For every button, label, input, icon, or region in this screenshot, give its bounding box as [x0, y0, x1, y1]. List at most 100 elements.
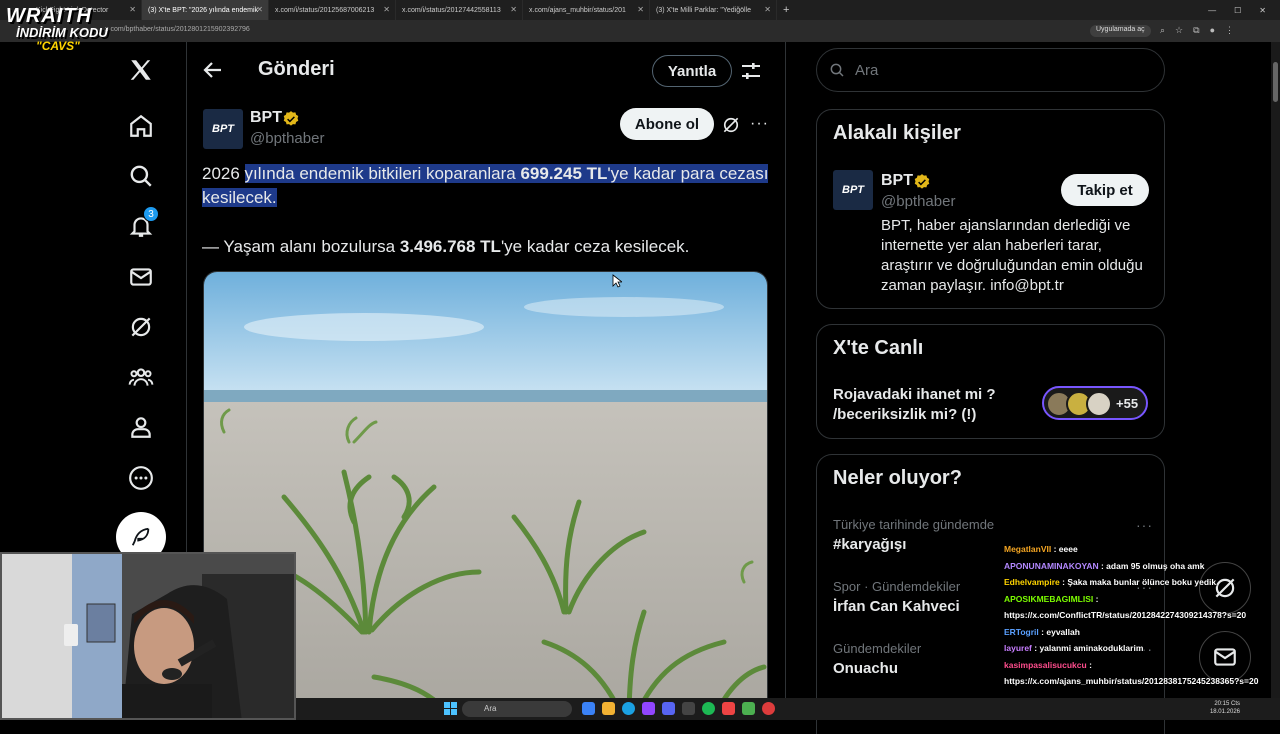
related-handle[interactable]: @bpthaber	[881, 193, 955, 210]
home-icon[interactable]	[125, 110, 157, 142]
extensions-icon[interactable]: ⧉	[1193, 25, 1199, 36]
close-window-icon[interactable]: ✕	[1259, 6, 1266, 15]
maximize-icon[interactable]: ☐	[1234, 6, 1241, 15]
tab-label: (3) X'te Milli Parklar: "Yediğölle	[656, 6, 751, 14]
chat-message: layuref : yalanmi aminakoduklarim	[1004, 640, 1274, 657]
chat-message: https://x.com/ConflictTR/status/20128422…	[1004, 607, 1274, 624]
verified-badge-icon	[282, 110, 300, 128]
windows-start-icon[interactable]	[444, 702, 457, 715]
grok-explain-icon[interactable]	[721, 115, 741, 135]
chrome-icon[interactable]	[762, 702, 775, 715]
chat-username: APOSIKMEBAGIMLISI	[1004, 593, 1094, 604]
live-space-title[interactable]: Rojavadaki ihanet mi ? /beceriksizlik mi…	[833, 385, 1033, 425]
live-participants-pill[interactable]: +55	[1042, 386, 1148, 420]
subscribe-button[interactable]: Abone ol	[620, 108, 714, 140]
sliders-icon[interactable]	[739, 59, 763, 83]
x-logo-icon[interactable]	[125, 54, 157, 86]
post-line2-post: 'ye kadar ceza kesilecek.	[500, 237, 690, 256]
related-bio: BPT, haber ajanslarından derlediği ve in…	[881, 217, 1143, 294]
minimize-icon[interactable]: —	[1208, 6, 1216, 15]
post-line2-pre: — Yaşam alanı bozulursa	[202, 237, 400, 256]
close-tab-icon[interactable]: ✕	[510, 5, 517, 14]
chat-message: MegatlanVII : eeee	[1004, 541, 1274, 558]
post-text-highlight: yılında endemik bitkileri koparanlara	[244, 164, 521, 183]
search-placeholder: Ara	[855, 61, 879, 79]
taskbar-date: 18.01.2026	[1209, 709, 1240, 715]
tab-label: x.com/i/status/20125687006213	[275, 6, 375, 14]
profile-icon[interactable]	[125, 411, 157, 443]
close-tab-icon[interactable]: ✕	[256, 5, 263, 14]
taskbar-app-icon[interactable]	[682, 702, 695, 715]
verified-badge-icon	[913, 173, 931, 191]
page-title: Gönderi	[258, 58, 335, 80]
new-tab-button[interactable]: +	[777, 4, 789, 16]
browser-tab[interactable]: (3) X'te Milli Parklar: "Yediğölle ✕	[650, 0, 777, 20]
search-icon[interactable]	[125, 160, 157, 192]
chat-text: : eeee	[1053, 544, 1078, 554]
trend-context: Türkiye tarihinde gündemde	[833, 517, 995, 532]
taskbar-app-icon[interactable]	[742, 702, 755, 715]
participant-count: +55	[1116, 396, 1139, 411]
close-tab-icon[interactable]: ✕	[383, 5, 390, 14]
related-people-title: Alakalı kişiler	[833, 122, 961, 144]
sponsor-logo-overlay: WRAITH İNDİRİM KODU "CAVS"	[6, 6, 126, 56]
taskbar-app-icon[interactable]	[582, 702, 595, 715]
logo-line-2: İNDİRİM KODU	[16, 25, 108, 40]
reply-button[interactable]: Yanıtla	[652, 55, 732, 87]
tab-label: (3) X'te BPT: "2026 yılında endemik	[148, 6, 259, 14]
close-tab-icon[interactable]: ✕	[637, 5, 644, 14]
browser-tab-active[interactable]: (3) X'te BPT: "2026 yılında endemik ✕	[142, 0, 269, 20]
author-name[interactable]: BPT	[250, 109, 282, 127]
related-avatar[interactable]: BPT	[833, 170, 873, 210]
search-input[interactable]: Ara	[816, 48, 1165, 92]
zoom-icon[interactable]: ⌕	[1160, 25, 1165, 36]
chat-username: Edhelvampire	[1004, 577, 1060, 587]
live-title: X'te Canlı	[833, 337, 924, 359]
browser-tab[interactable]: x.com/i/status/20127442558113 ✕	[396, 0, 523, 20]
browser-tab[interactable]: x.com/ajans_muhbir/status/201 ✕	[523, 0, 650, 20]
feather-pen-icon	[131, 527, 150, 546]
back-arrow-icon[interactable]	[201, 58, 225, 82]
chat-username: layuref	[1004, 643, 1032, 653]
open-in-app-chip[interactable]: Uygulamada aç	[1090, 25, 1151, 37]
scrollbar-thumb[interactable]	[1273, 62, 1278, 102]
tab-label: x.com/i/status/20127442558113	[402, 6, 501, 14]
follow-button[interactable]: Takip et	[1061, 174, 1149, 206]
spotify-icon[interactable]	[702, 702, 715, 715]
browser-tab[interactable]: x.com/i/status/20125687006213 ✕	[269, 0, 396, 20]
taskbar-search[interactable]: Ara	[462, 701, 572, 717]
grok-icon[interactable]	[125, 311, 157, 343]
chat-text: : eyvallah	[1041, 626, 1080, 637]
file-explorer-icon[interactable]	[602, 702, 615, 715]
menu-dots-icon[interactable]: ⋮	[1225, 25, 1234, 36]
author-handle[interactable]: @bpthaber	[250, 130, 324, 147]
edge-browser-icon[interactable]	[622, 702, 635, 715]
chat-text: : yalanmi aminakoduklarim	[1034, 643, 1144, 653]
taskbar-search-label: Ara	[484, 704, 497, 713]
url-field[interactable]: x.com/bpthaber/status/201280121590239279…	[105, 26, 250, 33]
browser-toolbar-icons: ⌕ ☆ ⧉ ● ⋮	[1160, 25, 1234, 36]
taskbar-app-icon[interactable]	[722, 702, 735, 715]
close-tab-icon[interactable]: ✕	[129, 5, 136, 14]
notifications-bell-icon[interactable]: 3	[125, 206, 159, 242]
discord-icon[interactable]	[662, 702, 675, 715]
messages-envelope-icon[interactable]	[125, 261, 157, 293]
taskbar-clock[interactable]: 20:15 Cts 18.01.2026	[1210, 700, 1240, 716]
author-avatar[interactable]: BPT	[203, 109, 243, 149]
communities-icon[interactable]	[125, 361, 157, 393]
bookmark-star-icon[interactable]: ☆	[1175, 25, 1183, 36]
more-options-icon[interactable]	[125, 462, 157, 494]
live-card: X'te Canlı Rojavadaki ihanet mi ? /becer…	[816, 324, 1165, 439]
related-name[interactable]: BPT	[881, 172, 913, 190]
logo-line-3: "CAVS"	[36, 39, 80, 53]
browser-tabbar: KickSight Link Detector ✕ (3) X'te BPT: "…	[0, 0, 1280, 20]
profile-icon[interactable]: ●	[1210, 25, 1215, 36]
chat-username: ERTogril	[1004, 626, 1039, 637]
post-more-icon[interactable]: ···	[750, 115, 769, 133]
twitch-icon[interactable]	[642, 702, 655, 715]
close-tab-icon[interactable]: ✕	[764, 5, 771, 14]
chat-text: :	[1095, 593, 1099, 604]
related-people-card: Alakalı kişiler BPT BPT @bpthaber Takip …	[816, 109, 1165, 309]
tab-label: x.com/ajans_muhbir/status/201	[529, 6, 626, 14]
trend-more-icon[interactable]: ···	[1136, 517, 1153, 533]
